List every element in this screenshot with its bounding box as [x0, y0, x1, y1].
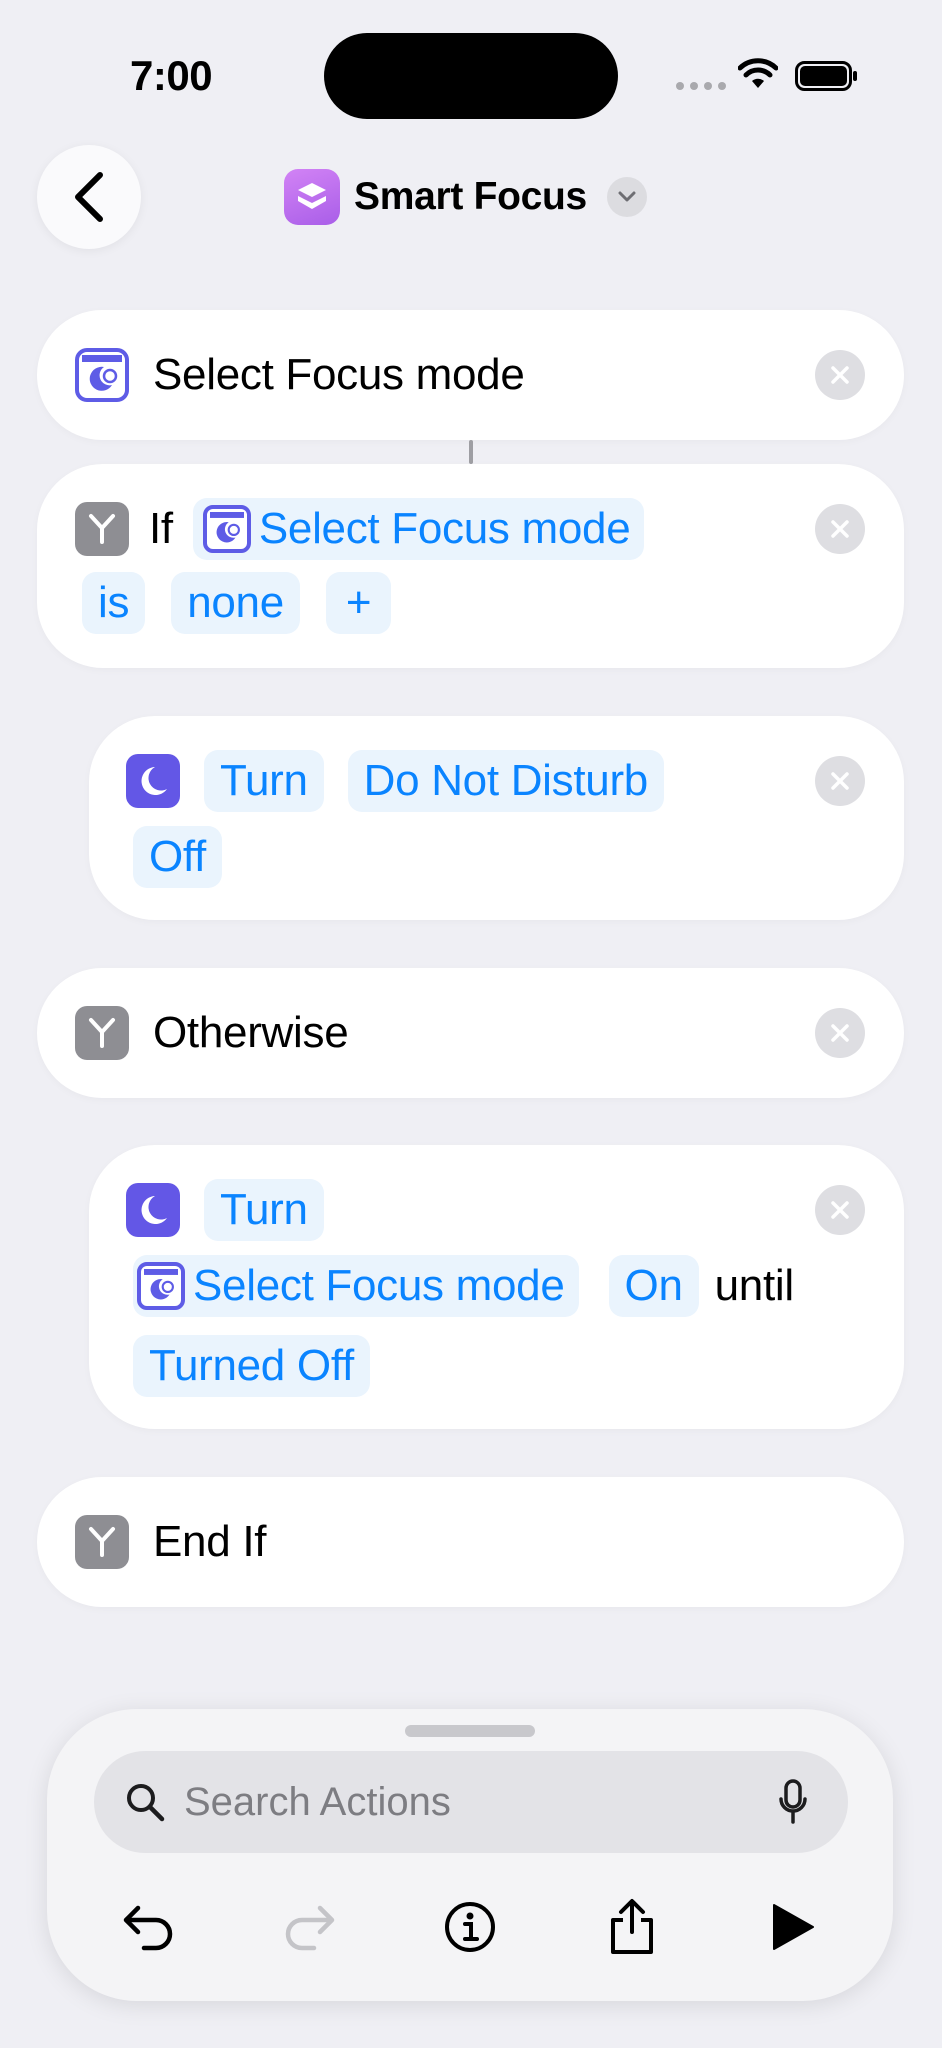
- focus-calendar-icon: [202, 505, 251, 553]
- close-icon: [831, 772, 849, 790]
- focus-variable-label: Select Focus mode: [193, 1261, 565, 1310]
- cellular-signal-icon: [676, 82, 726, 90]
- shortcut-title-menu[interactable]: Smart Focus: [284, 169, 647, 225]
- focus-calendar-icon: [75, 348, 129, 402]
- microphone-icon[interactable]: [778, 1779, 808, 1825]
- battery-icon: [795, 61, 857, 91]
- action-turn-focus[interactable]: Turn Select Focus mode On until Turned O…: [89, 1145, 904, 1429]
- chevron-left-icon: [75, 172, 103, 222]
- search-placeholder: Search Actions: [184, 1779, 451, 1824]
- play-icon: [773, 1904, 814, 1950]
- until-value-chip[interactable]: Turned Off: [133, 1335, 370, 1397]
- shortcut-title: Smart Focus: [354, 175, 587, 218]
- remove-action-button[interactable]: [815, 1185, 865, 1235]
- action-select-focus-mode[interactable]: Select Focus mode: [37, 310, 904, 440]
- focus-calendar-icon: [137, 1262, 185, 1310]
- action-label: Select Focus mode: [153, 350, 525, 399]
- info-button[interactable]: [430, 1887, 510, 1967]
- sheet-grabber[interactable]: [405, 1725, 535, 1737]
- shortcuts-app-icon: [284, 169, 340, 225]
- close-icon: [831, 366, 849, 384]
- focus-mode-chip[interactable]: Do Not Disturb: [347, 750, 664, 812]
- flow-connector: [469, 440, 473, 464]
- close-icon: [831, 520, 849, 538]
- close-icon: [831, 1024, 849, 1042]
- turn-chip[interactable]: Turn: [204, 750, 324, 812]
- otherwise-label: Otherwise: [153, 1008, 349, 1057]
- remove-action-button[interactable]: [815, 350, 865, 400]
- value-chip[interactable]: none: [171, 572, 300, 634]
- back-button[interactable]: [37, 145, 141, 249]
- branch-icon: [75, 1515, 129, 1569]
- remove-action-button[interactable]: [815, 504, 865, 554]
- action-otherwise[interactable]: Otherwise: [37, 968, 904, 1098]
- search-actions-field[interactable]: Search Actions: [94, 1751, 848, 1853]
- moon-icon: [126, 754, 180, 808]
- share-button[interactable]: [592, 1887, 672, 1967]
- action-turn-dnd[interactable]: Turn Do Not Disturb Off: [89, 716, 904, 920]
- moon-icon: [126, 1183, 180, 1237]
- focus-variable-chip[interactable]: Select Focus mode: [133, 1255, 579, 1317]
- remove-action-button[interactable]: [815, 756, 865, 806]
- until-word: until: [714, 1261, 795, 1310]
- add-condition-button[interactable]: +: [325, 572, 392, 634]
- action-end-if[interactable]: End If: [37, 1477, 904, 1607]
- branch-icon: [75, 502, 129, 556]
- undo-icon: [123, 1905, 173, 1951]
- state-chip[interactable]: On: [608, 1255, 699, 1317]
- action-search-sheet: Search Actions: [47, 1709, 893, 2001]
- status-time: 7:00: [130, 52, 213, 99]
- state-chip[interactable]: Off: [133, 826, 222, 888]
- if-variable-chip[interactable]: Select Focus mode: [192, 498, 645, 560]
- if-variable-label: Select Focus mode: [258, 504, 631, 553]
- redo-icon: [285, 1905, 335, 1951]
- redo-button[interactable]: [269, 1887, 349, 1967]
- undo-button[interactable]: [109, 1887, 189, 1967]
- run-button[interactable]: [753, 1887, 833, 1967]
- share-icon: [611, 1899, 653, 1954]
- turn-chip[interactable]: Turn: [204, 1179, 324, 1241]
- wifi-icon: [738, 58, 778, 88]
- branch-icon: [75, 1006, 129, 1060]
- close-icon: [831, 1201, 849, 1219]
- if-keyword: If: [149, 504, 173, 553]
- search-icon: [127, 1784, 165, 1822]
- end-if-label: End If: [153, 1517, 267, 1566]
- dynamic-island: [324, 33, 618, 119]
- action-if[interactable]: If Select Focus mode is none +: [37, 464, 904, 668]
- remove-action-button[interactable]: [815, 1008, 865, 1058]
- chevron-down-icon: [606, 177, 647, 217]
- operator-chip[interactable]: is: [82, 572, 146, 634]
- info-icon: [445, 1902, 495, 1952]
